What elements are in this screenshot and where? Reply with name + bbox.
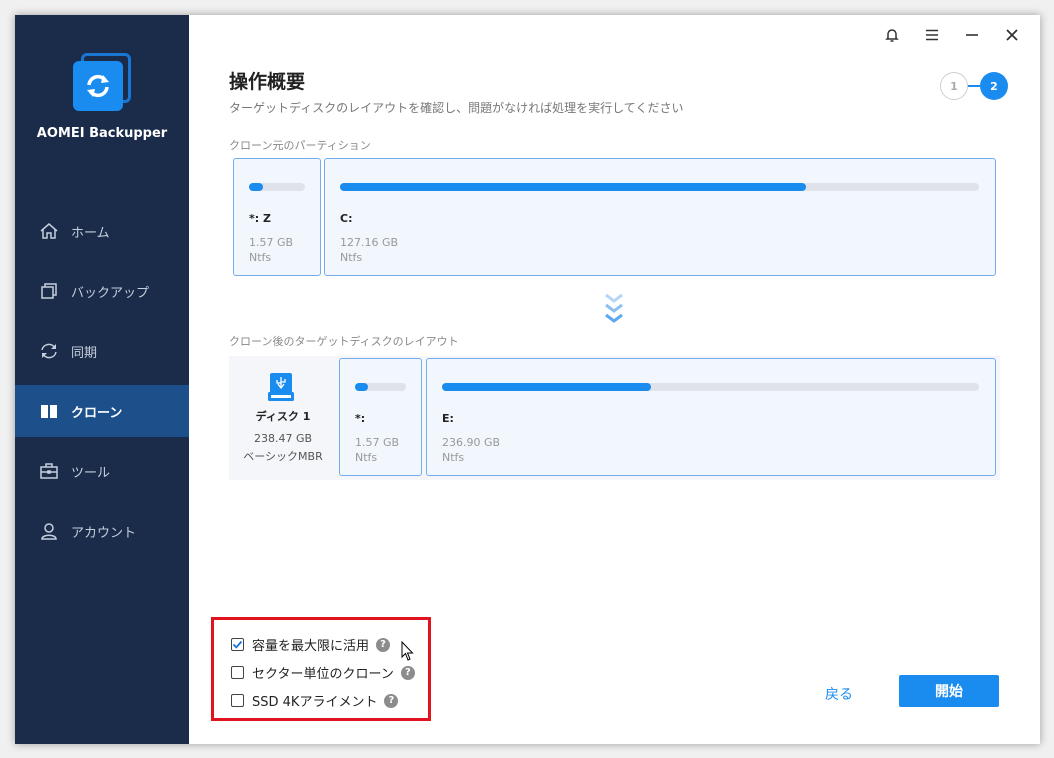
option-label: 容量を最大限に活用 <box>252 639 370 654</box>
target-partition-e[interactable]: E: 236.90 GB Ntfs <box>426 358 996 476</box>
backup-icon <box>39 281 59 301</box>
main-content: 操作概要 ターゲットディスクのレイアウトを確認し、問題がなければ処理を実行してく… <box>189 15 1040 744</box>
partition-fs: Ntfs <box>340 251 363 264</box>
sidebar-item-tools[interactable]: ツール <box>15 445 189 497</box>
target-partition-star[interactable]: *: 1.57 GB Ntfs <box>339 358 422 476</box>
checkbox[interactable] <box>231 694 244 707</box>
clone-icon <box>39 401 59 421</box>
usage-bar-fill <box>355 383 368 391</box>
start-button[interactable]: 開始 <box>899 675 999 707</box>
sync-icon <box>39 341 59 361</box>
option-maximize-capacity[interactable]: 容量を最大限に活用 ? <box>231 635 391 654</box>
step-indicator: 1 2 <box>940 72 1010 100</box>
disk-name: ディスク 1 <box>255 410 311 423</box>
sidebar-item-label: ツール <box>71 465 111 481</box>
disk-type: ベーシックMBR <box>243 450 323 463</box>
target-label: クローン後のターゲットディスクのレイアウト <box>229 335 459 348</box>
partition-name: C: <box>340 212 353 225</box>
checkbox-checked[interactable] <box>231 638 244 651</box>
help-icon[interactable]: ? <box>376 637 391 652</box>
sidebar-item-clone[interactable]: クローン <box>15 385 189 437</box>
partition-size: 1.57 GB <box>249 236 294 249</box>
option-label: SSD 4Kアライメント <box>252 695 378 710</box>
partition-size: 127.16 GB <box>340 236 399 249</box>
source-partition-c[interactable]: C: 127.16 GB Ntfs <box>324 158 996 276</box>
sidebar-item-label: アカウント <box>71 525 137 541</box>
user-icon <box>39 521 59 541</box>
usage-bar <box>340 183 979 191</box>
partition-size: 236.90 GB <box>442 436 501 449</box>
chevron-down-icon <box>604 293 624 327</box>
partition-fs: Ntfs <box>355 451 378 464</box>
home-icon <box>39 221 59 241</box>
sidebar-item-home[interactable]: ホーム <box>15 205 189 257</box>
source-label: クローン元のパーティション <box>229 139 371 152</box>
toolbox-icon <box>39 461 59 481</box>
option-ssd-4k-alignment[interactable]: SSD 4Kアライメント ? <box>231 691 399 710</box>
sidebar-item-label: クローン <box>71 405 123 421</box>
source-disk-row: *: Z 1.57 GB Ntfs C: 127.16 GB Ntfs <box>229 156 1000 280</box>
sidebar-nav: ホーム バックアップ 同期 クローン ツール アカウント <box>15 205 189 565</box>
page-subtitle: ターゲットディスクのレイアウトを確認し、問題がなければ処理を実行してください <box>229 101 684 115</box>
sidebar-item-label: バックアップ <box>71 285 150 301</box>
help-icon[interactable]: ? <box>384 693 399 708</box>
sidebar-item-backup[interactable]: バックアップ <box>15 265 189 317</box>
help-icon[interactable]: ? <box>400 665 415 680</box>
mouse-cursor-icon <box>401 640 415 663</box>
option-sector-by-sector[interactable]: セクター単位のクローン ? <box>231 663 415 682</box>
sidebar-item-label: 同期 <box>71 345 98 361</box>
usage-bar <box>442 383 979 391</box>
checkbox[interactable] <box>231 666 244 679</box>
app-window: AOMEI Backupper ホーム バックアップ 同期 クローン ツール ア… <box>15 15 1040 744</box>
target-disk-info: ディスク 1 238.47 GB ベーシックMBR <box>229 356 337 480</box>
usb-disk-icon <box>267 372 295 402</box>
usage-bar <box>355 383 406 391</box>
sidebar-item-sync[interactable]: 同期 <box>15 325 189 377</box>
clone-options-highlight: 容量を最大限に活用 ? セクター単位のクローン ? SSD 4Kアライメント ? <box>211 617 431 721</box>
step-1: 1 <box>940 72 968 100</box>
partition-name: *: <box>355 412 366 425</box>
app-logo-icon <box>73 53 133 113</box>
page-title: 操作概要 <box>229 71 306 93</box>
usage-bar-fill <box>340 183 807 191</box>
partition-name: *: Z <box>249 212 271 225</box>
partition-name: E: <box>442 412 454 425</box>
sidebar: AOMEI Backupper ホーム バックアップ 同期 クローン ツール ア… <box>15 15 189 744</box>
partition-size: 1.57 GB <box>355 436 400 449</box>
app-name: AOMEI Backupper <box>36 126 168 141</box>
sidebar-item-account[interactable]: アカウント <box>15 505 189 557</box>
usage-bar-fill <box>249 183 263 191</box>
partition-fs: Ntfs <box>442 451 465 464</box>
usage-bar-fill <box>442 383 652 391</box>
option-label: セクター単位のクローン <box>252 667 394 682</box>
target-disk-row: ディスク 1 238.47 GB ベーシックMBR *: 1.57 GB Ntf… <box>229 356 1000 480</box>
disk-size: 238.47 GB <box>253 432 313 445</box>
sidebar-item-label: ホーム <box>71 225 110 241</box>
back-button[interactable]: 戻る <box>825 684 853 704</box>
source-partition-z[interactable]: *: Z 1.57 GB Ntfs <box>233 158 321 276</box>
partition-fs: Ntfs <box>249 251 272 264</box>
step-2: 2 <box>980 72 1008 100</box>
step-connector <box>968 85 980 87</box>
usage-bar <box>249 183 305 191</box>
